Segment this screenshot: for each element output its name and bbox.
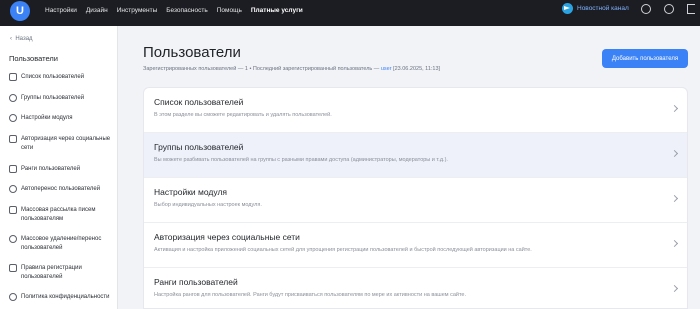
last-user-link[interactable]: user — [381, 66, 392, 72]
sidebar-item-registration-rules[interactable]: Правила регистрации пользователей — [9, 264, 114, 281]
sidebar-item-label: Настройки модуля — [21, 115, 73, 121]
list-item-module-settings[interactable]: Настройки модуля Выбор индивидуальных на… — [144, 178, 687, 223]
mail-icon — [9, 206, 17, 214]
sidebar-item-auto-transfer[interactable]: Автоперенос пользователей — [9, 185, 114, 194]
list-item-description: Выбор индивидуальных настроек модуля. — [154, 202, 262, 208]
chevron-right-icon — [670, 104, 679, 113]
list-item-title: Группы пользователей — [154, 142, 244, 152]
chevron-right-icon — [670, 149, 679, 158]
nav-paid-services[interactable]: Платные услуги — [251, 7, 303, 14]
sidebar-item-label: Массовая рассылка писем пользователям — [21, 207, 96, 222]
news-channel-label: Новостной канал — [577, 5, 629, 12]
nav-help[interactable]: Помощь — [217, 7, 242, 14]
sidebar: ‹ Назад Пользователи Список пользователе… — [0, 26, 118, 309]
list-item-description: Настройка рангов для пользователей. Ранг… — [154, 292, 466, 298]
list-item-title: Ранги пользователей — [154, 277, 238, 287]
list-item-title: Авторизация через социальные сети — [154, 232, 300, 242]
list-item-description: Вы можете разбивать пользователей на гру… — [154, 157, 448, 163]
sidebar-item-label: Автоперенос пользователей — [21, 186, 101, 192]
list-item-description: В этом разделе вы сможете редактировать … — [154, 112, 332, 118]
sidebar-title: Пользователи — [9, 54, 58, 63]
sidebar-item-privacy-policy[interactable]: Политика конфиденциальности — [9, 293, 114, 302]
list-item-social-auth[interactable]: Авторизация через социальные сети Актива… — [144, 223, 687, 268]
shield-icon — [9, 293, 17, 301]
subtitle-prefix: Зарегистрированных пользователей — 1 • П… — [143, 66, 381, 72]
document-icon — [9, 264, 17, 272]
nav-design[interactable]: Дизайн — [86, 7, 108, 14]
list-item-title: Список пользователей — [154, 97, 244, 107]
chevron-right-icon — [670, 284, 679, 293]
sidebar-item-module-settings[interactable]: Настройки модуля — [9, 114, 114, 123]
logout-icon[interactable] — [687, 4, 695, 14]
telegram-icon — [562, 3, 573, 14]
user-list-icon — [9, 73, 17, 81]
chevron-right-icon — [670, 239, 679, 248]
settings-icon[interactable] — [664, 4, 674, 14]
top-nav: Настройки Дизайн Инструменты Безопасност… — [45, 0, 312, 20]
nav-tools[interactable]: Инструменты — [117, 7, 158, 14]
sidebar-item-user-ranks[interactable]: Ранги пользователей — [9, 165, 114, 174]
sidebar-item-label: Ранги пользователей — [21, 166, 81, 172]
sidebar-item-mass-delete[interactable]: Массовое удаление/перенос пользователей — [9, 235, 114, 252]
nav-security[interactable]: Безопасность — [166, 7, 207, 14]
sidebar-item-user-list[interactable]: Список пользователей — [9, 73, 114, 82]
top-bar: U Настройки Дизайн Инструменты Безопасно… — [0, 0, 700, 26]
page-subtitle: Зарегистрированных пользователей — 1 • П… — [143, 66, 440, 72]
transfer-icon — [9, 185, 17, 193]
sidebar-item-label: Авторизация через социальные сети — [21, 136, 111, 151]
lock-icon — [9, 135, 17, 143]
globe-icon[interactable] — [641, 4, 651, 14]
add-user-button[interactable]: Добавить пользователя — [602, 49, 688, 68]
sidebar-item-user-groups[interactable]: Группы пользователей — [9, 94, 114, 103]
nav-settings[interactable]: Настройки — [45, 7, 77, 14]
sidebar-item-label: Политика конфиденциальности — [21, 294, 110, 300]
chevron-right-icon — [670, 194, 679, 203]
sidebar-item-social-auth[interactable]: Авторизация через социальные сети — [9, 135, 114, 152]
sidebar-item-mass-mailing[interactable]: Массовая рассылка писем пользователям — [9, 206, 114, 223]
gear-icon — [9, 114, 17, 122]
subtitle-suffix: [23.06.2025, 11:13] — [391, 66, 441, 72]
list-item-title: Настройки модуля — [154, 187, 228, 197]
app-logo[interactable]: U — [10, 1, 30, 21]
list-item-user-groups[interactable]: Группы пользователей Вы можете разбивать… — [144, 133, 687, 178]
news-channel-link[interactable]: Новостной канал — [562, 3, 629, 14]
section-list: Список пользователей В этом разделе вы с… — [143, 87, 688, 309]
sidebar-item-label: Массовое удаление/перенос пользователей — [21, 236, 102, 251]
crown-icon — [9, 165, 17, 173]
user-delete-icon — [9, 235, 17, 243]
list-item-user-ranks[interactable]: Ранги пользователей Настройка рангов для… — [144, 268, 687, 308]
page-title: Пользователи — [143, 44, 241, 61]
users-group-icon — [9, 94, 17, 102]
list-item-description: Активация и настройка приложений социаль… — [154, 247, 532, 253]
sidebar-item-label: Список пользователей — [21, 74, 85, 80]
list-item-user-list[interactable]: Список пользователей В этом разделе вы с… — [144, 88, 687, 133]
back-label: Назад — [15, 36, 33, 42]
sidebar-item-label: Группы пользователей — [21, 95, 85, 101]
back-link[interactable]: ‹ Назад — [10, 36, 33, 42]
sidebar-item-label: Правила регистрации пользователей — [21, 265, 82, 280]
